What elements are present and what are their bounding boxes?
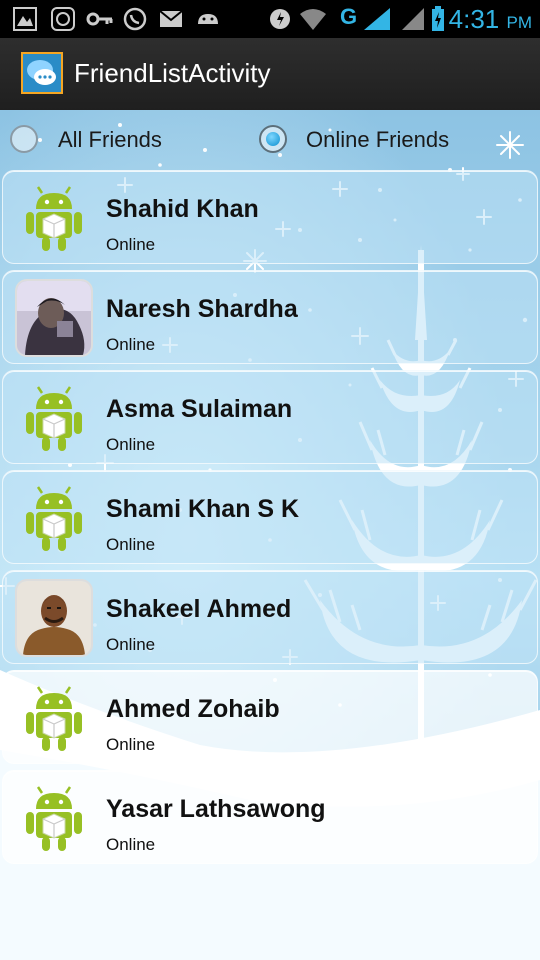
friend-name: Shakeel Ahmed [106, 595, 292, 623]
android-avatar-icon [26, 786, 82, 851]
friend-status: Online [106, 535, 156, 554]
friend-status: Online [106, 235, 156, 254]
action-bar: FriendListActivity [0, 38, 540, 112]
friend-name: Ahmed Zohaib [106, 695, 280, 723]
all-friends-label[interactable]: All Friends [58, 127, 162, 153]
friend-list-screen: All Friends Online Friends Shahid Khan O… [0, 110, 540, 960]
all-friends-radio[interactable] [10, 125, 38, 153]
android-avatar-icon [26, 686, 82, 751]
wifi-icon [300, 9, 326, 30]
chat-bubbles-icon[interactable] [21, 52, 63, 94]
gallery-icon [13, 7, 37, 31]
android-avatar-icon [26, 486, 82, 551]
clock: 4:31 PM [449, 4, 532, 35]
sync-icon [51, 7, 75, 31]
friend-list-item[interactable]: Yasar Lathsawong Online [2, 770, 538, 864]
network-type-indicator: G [340, 4, 358, 29]
friend-name: Asma Sulaiman [106, 395, 293, 423]
online-friends-label[interactable]: Online Friends [306, 127, 449, 153]
friend-name: Yasar Lathsawong [106, 795, 326, 823]
friend-status: Online [106, 735, 156, 754]
friend-status: Online [106, 335, 156, 354]
whatsapp-icon [123, 7, 147, 31]
alert-icon [270, 9, 290, 29]
friend-name: Shahid Khan [106, 195, 259, 223]
friend-status: Online [106, 635, 156, 654]
friend-list-item[interactable]: Shahid Khan Online [2, 170, 538, 264]
friend-list-item[interactable]: Shakeel Ahmed Online [2, 570, 538, 664]
friend-list-item[interactable]: Naresh Shardha Online [2, 270, 538, 364]
friend-status: Online [106, 835, 156, 854]
android-avatar-icon [26, 386, 82, 451]
friend-status: Online [106, 435, 156, 454]
user-photo-avatar [17, 581, 91, 655]
friend-name: Naresh Shardha [106, 295, 298, 323]
friend-list-item[interactable]: Shami Khan S K Online [2, 470, 538, 564]
clock-time: 4:31 [448, 4, 500, 34]
friend-list-item[interactable]: Asma Sulaiman Online [2, 370, 538, 464]
online-friends-radio[interactable] [259, 125, 287, 153]
status-bar: G 4:31 PM [0, 0, 540, 38]
signal-secondary-icon [402, 8, 424, 30]
battery-charging-icon [432, 6, 444, 31]
clock-ampm: PM [506, 13, 533, 32]
signal-icon [364, 8, 390, 30]
android-avatar-icon [26, 186, 82, 251]
key-icon [86, 12, 113, 26]
friend-list-item[interactable]: Ahmed Zohaib Online [2, 670, 538, 764]
user-photo-avatar [17, 281, 91, 355]
gmail-icon [159, 10, 183, 27]
friend-filter-radio-group: All Friends Online Friends [0, 110, 540, 168]
android-icon [198, 14, 218, 24]
friend-name: Shami Khan S K [106, 495, 300, 523]
app-title: FriendListActivity [74, 58, 271, 88]
